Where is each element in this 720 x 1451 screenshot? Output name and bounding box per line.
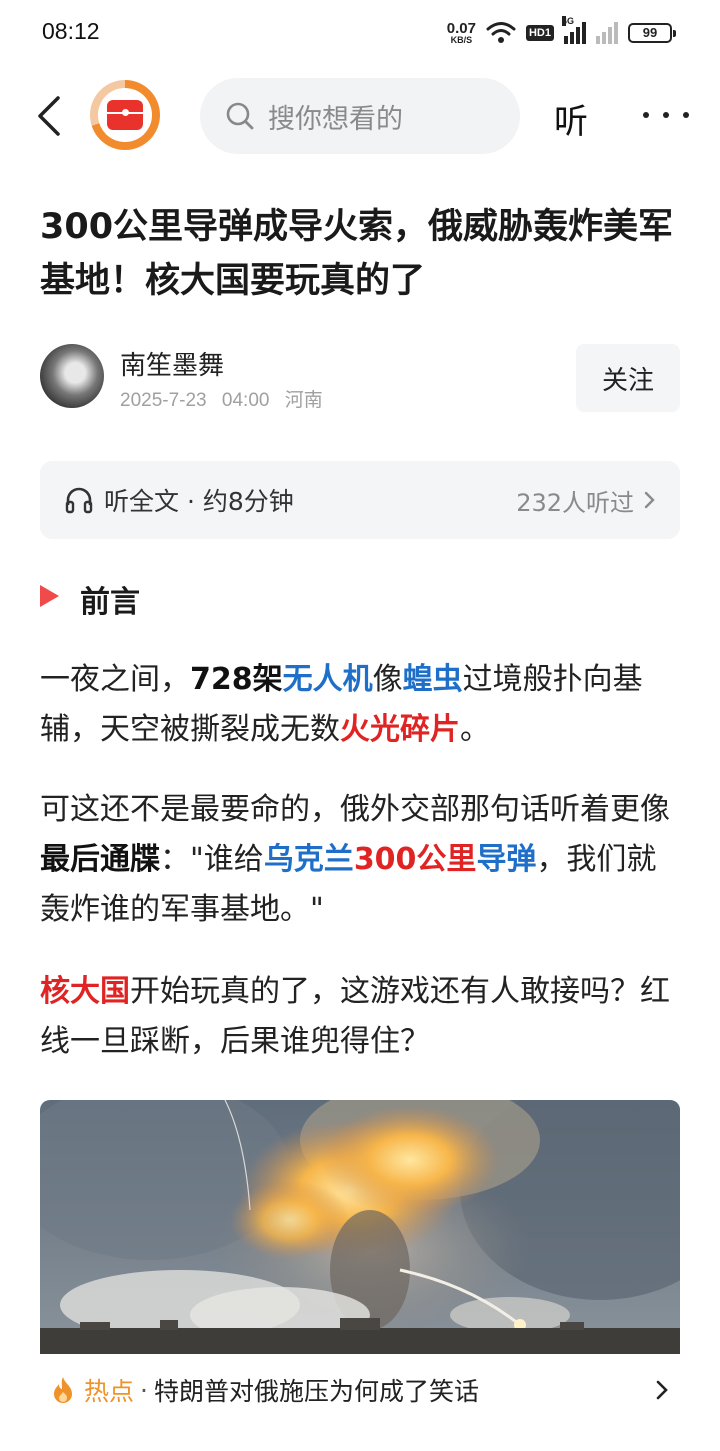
listener-count: 232人听过	[516, 488, 634, 517]
text-span: 。	[460, 712, 490, 747]
listen-label: 听全文 · 约8分钟	[104, 487, 294, 516]
hd-icon: HD1	[525, 25, 554, 41]
wifi-icon	[486, 22, 516, 43]
text-highlight: 300公里	[353, 842, 477, 877]
top-nav: 搜你想看的 听	[0, 76, 720, 156]
author-name[interactable]: 南笙墨舞	[120, 345, 224, 382]
keyword-link[interactable]: 乌克兰	[264, 842, 354, 877]
text-bold: 最后通牒	[40, 842, 160, 877]
net-speed: 0.07 KB/S	[447, 21, 476, 45]
network-type-label: 4G	[562, 16, 575, 26]
headphones-icon	[65, 487, 93, 514]
hot-separator: ·	[140, 1375, 148, 1405]
search-placeholder: 搜你想看的	[268, 103, 403, 135]
net-speed-unit: KB/S	[450, 35, 473, 45]
keyword-link[interactable]: 蝗虫	[403, 662, 463, 697]
battery-icon: 99	[628, 23, 676, 43]
gift-box-icon	[107, 100, 143, 130]
text-highlight: 核大国	[40, 974, 130, 1009]
hot-tag: 热点	[84, 1377, 135, 1406]
explosion-photo	[40, 1100, 680, 1354]
article-title: 300公里导弹成导火索，俄威胁轰炸美军基地！核大国要玩真的了	[40, 207, 674, 301]
keyword-link[interactable]: 导弹	[476, 842, 536, 877]
publish-location: 河南	[284, 390, 323, 411]
listen-button[interactable]: 听	[554, 94, 588, 143]
listen-full-text-bar[interactable]: 听全文 · 约8分钟 232人听过	[40, 461, 680, 539]
back-button[interactable]	[32, 94, 68, 138]
net-speed-value: 0.07	[446, 20, 476, 37]
text-span: 一夜之间，	[40, 662, 190, 697]
author-avatar[interactable]	[40, 344, 104, 408]
chevron-left-icon	[38, 96, 60, 136]
section-marker-icon	[40, 585, 59, 607]
article-image[interactable]	[40, 1100, 680, 1354]
signal-icon: 4G	[562, 16, 586, 44]
chevron-right-icon	[644, 491, 655, 509]
text-bold: 728架	[190, 662, 283, 697]
chevron-right-icon	[656, 1380, 668, 1400]
more-menu-button[interactable]	[643, 100, 689, 130]
paragraph-1: 一夜之间，728架无人机像蝗虫过境般扑向基辅，天空被撕裂成无数火光碎片。	[40, 655, 685, 755]
text-span: 像	[372, 662, 403, 697]
status-icons: 0.07 KB/S HD1 4G 99	[447, 16, 676, 48]
flame-icon	[54, 1377, 72, 1403]
text-span: 开始玩真的了，这游戏还有人敢接吗？红线一旦踩断，后果谁兜得住？	[40, 974, 670, 1059]
search-icon	[226, 102, 254, 130]
search-bar[interactable]: 搜你想看的	[200, 78, 520, 154]
hot-topic-bar[interactable]: 热点 · 特朗普对俄施压为何成了笑话	[0, 1354, 720, 1426]
follow-button[interactable]: 关注	[576, 344, 680, 412]
hot-topic-text: 特朗普对俄施压为何成了笑话	[153, 1377, 479, 1406]
publish-date: 2025-7-23	[120, 390, 207, 411]
section-title: 前言	[80, 585, 140, 620]
more-dots-icon	[643, 112, 649, 118]
article-meta: 2025-7-23 04:00 河南	[120, 385, 333, 412]
app-logo[interactable]	[90, 80, 160, 150]
text-span: ："谁给	[160, 842, 264, 877]
text-span: 可这还不是最要命的，俄外交部那句话听着更像	[40, 792, 670, 827]
signal-secondary-icon	[596, 22, 618, 44]
keyword-link[interactable]: 无人机	[283, 662, 373, 697]
paragraph-3: 核大国开始玩真的了，这游戏还有人敢接吗？红线一旦踩断，后果谁兜得住？	[40, 967, 685, 1067]
clock: 08:12	[42, 18, 100, 44]
publish-time: 04:00	[221, 390, 270, 411]
text-highlight: 火光碎片	[340, 712, 460, 747]
paragraph-2: 可这还不是最要命的，俄外交部那句话听着更像最后通牒："谁给乌克兰300公里导弹，…	[40, 785, 685, 935]
status-bar: 08:12 0.07 KB/S HD1 4G 99	[0, 0, 720, 66]
